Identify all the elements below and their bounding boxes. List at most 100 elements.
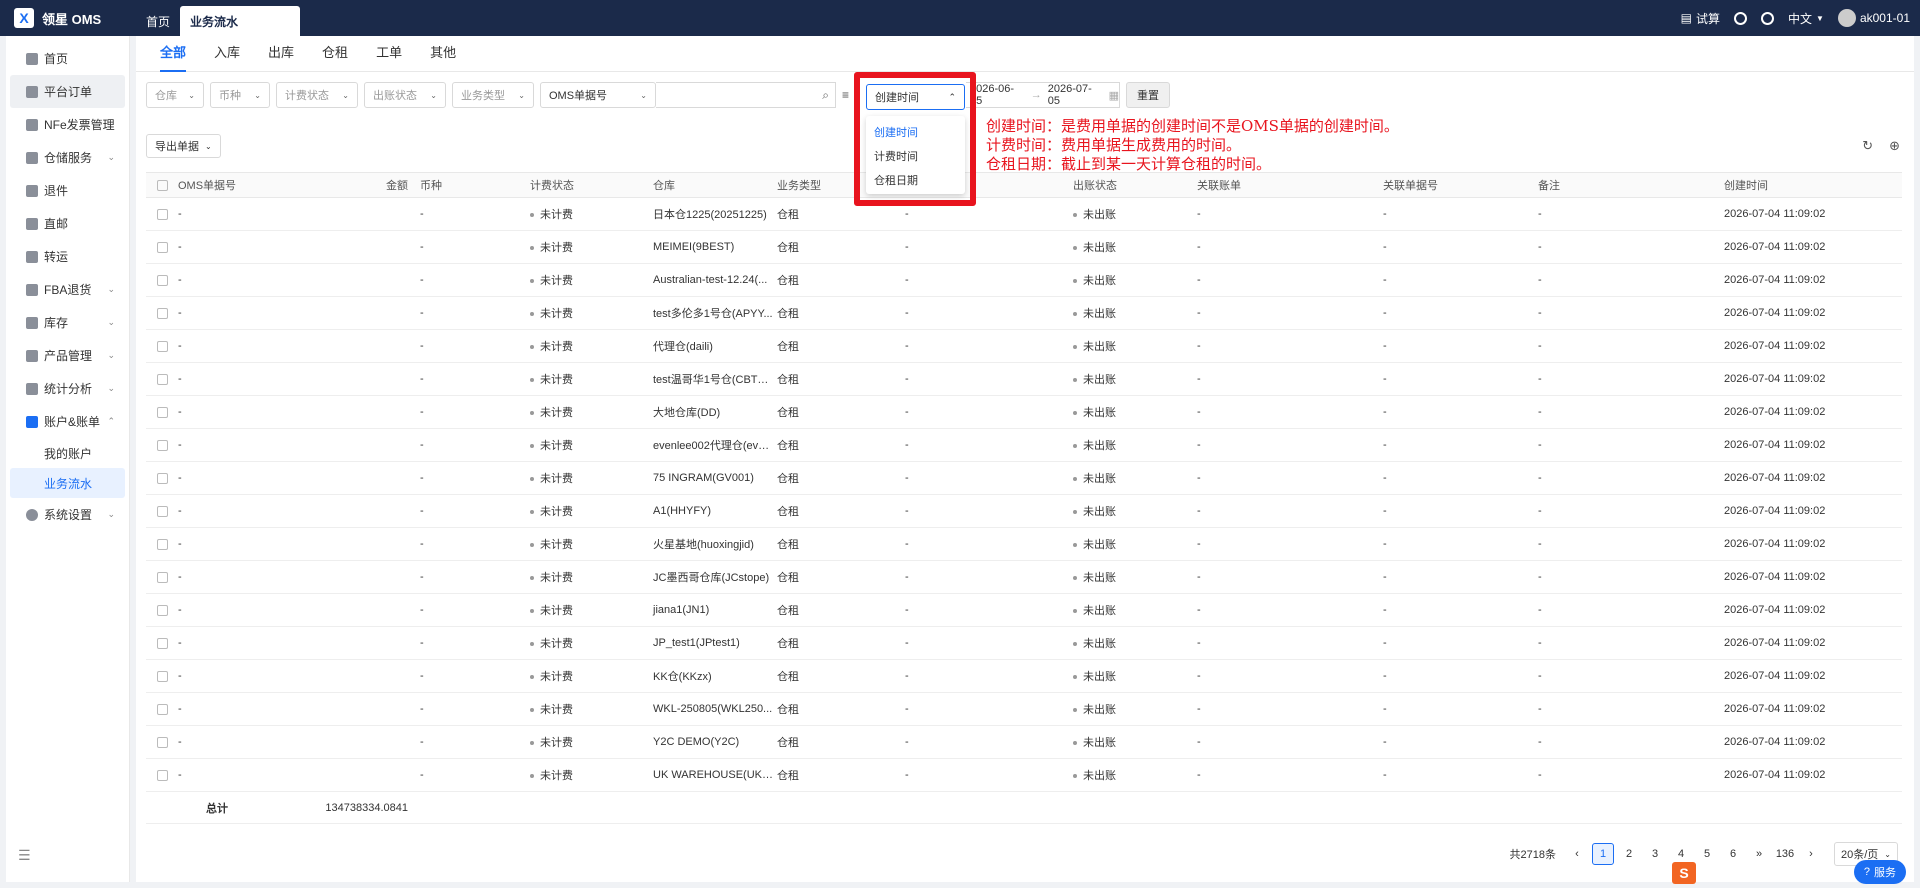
date-type-option-created[interactable]: 创建时间 bbox=[866, 120, 965, 144]
col-related-ref[interactable]: 关联单据号 bbox=[1379, 177, 1534, 193]
page-1[interactable]: 1 bbox=[1592, 843, 1614, 865]
row-checkbox[interactable] bbox=[146, 571, 174, 583]
filter-list-icon[interactable]: ≡ bbox=[842, 88, 849, 102]
sidebar-item-my-account[interactable]: 我的账户 bbox=[10, 438, 125, 468]
row-checkbox[interactable] bbox=[146, 604, 174, 616]
arrow-right-icon: → bbox=[1030, 89, 1042, 101]
tab-all[interactable]: 全部 bbox=[146, 42, 200, 72]
collapse-sidebar-icon[interactable]: ☰ bbox=[18, 847, 31, 864]
chevron-down-icon: ⌄ bbox=[1884, 849, 1891, 859]
row-checkbox[interactable] bbox=[146, 703, 174, 715]
cell-hidden: - bbox=[905, 769, 909, 781]
date-type-option-rent-date[interactable]: 仓租日期 bbox=[866, 168, 965, 192]
col-fee-status[interactable]: 计费状态 bbox=[526, 177, 649, 193]
cell-biz-type: 仓租 bbox=[777, 275, 799, 287]
fee-status-select[interactable]: 计费状态 ⌄ bbox=[276, 82, 358, 108]
language-select[interactable]: 中文 ▼ bbox=[1788, 10, 1824, 27]
row-checkbox[interactable] bbox=[146, 406, 174, 418]
sidebar-item-returns[interactable]: 退件 bbox=[10, 174, 125, 207]
oms-no-type-select[interactable]: OMS单据号 ⌄ bbox=[540, 82, 656, 108]
row-checkbox[interactable] bbox=[146, 439, 174, 451]
table-row: - - 未计费 jiana1(JN1) 仓租 - 未出账 - - -2026-07-04 11:0… bbox=[146, 594, 1902, 627]
cell-bill-status: 未出账 bbox=[1069, 569, 1193, 585]
cell-currency: - bbox=[420, 472, 424, 484]
zoom-icon[interactable]: ⊕ bbox=[1889, 138, 1900, 154]
col-bill-status[interactable]: 出账状态 bbox=[1069, 177, 1193, 193]
refresh-icon[interactable]: ↻ bbox=[1862, 138, 1873, 154]
date-range-picker[interactable]: 2026-06-05 → 2026-07-05 ▦ bbox=[966, 82, 1120, 108]
trial-calc-button[interactable]: ▤ 试算 bbox=[1681, 10, 1720, 27]
sidebar-item-direct-mail[interactable]: 直邮 bbox=[10, 207, 125, 240]
status-dot-icon bbox=[1073, 312, 1077, 317]
top-tab-business-flow[interactable]: 业务流水 bbox=[180, 6, 301, 36]
sidebar-item-warehouse-service[interactable]: 仓储服务 ⌄ bbox=[10, 141, 125, 174]
bill-status-select[interactable]: 出账状态 ⌄ bbox=[364, 82, 446, 108]
select-all-checkbox[interactable] bbox=[146, 179, 174, 191]
tab-storage-rent[interactable]: 仓租 bbox=[308, 42, 362, 71]
brand[interactable]: X 领星 OMS bbox=[0, 0, 136, 36]
sidebar-item-business-flow[interactable]: 业务流水 bbox=[10, 468, 125, 498]
row-checkbox[interactable] bbox=[146, 538, 174, 550]
col-warehouse[interactable]: 仓库 bbox=[649, 177, 773, 193]
tab-work-order[interactable]: 工单 bbox=[362, 42, 416, 71]
cell-fee-status: 未计费 bbox=[526, 602, 649, 618]
sidebar-item-product-management[interactable]: 产品管理 ⌄ bbox=[10, 339, 125, 372]
top-tab-home[interactable]: 首页 bbox=[136, 6, 180, 36]
row-checkbox[interactable] bbox=[146, 637, 174, 649]
download-button[interactable] bbox=[1734, 11, 1748, 25]
biz-type-select[interactable]: 业务类型 ⌄ bbox=[452, 82, 534, 108]
jump-forward-icon[interactable]: » bbox=[1748, 843, 1770, 865]
prev-page-icon[interactable]: ‹ bbox=[1566, 843, 1588, 865]
currency-select[interactable]: 币种 ⌄ bbox=[210, 82, 270, 108]
row-checkbox[interactable] bbox=[146, 274, 174, 286]
row-checkbox[interactable] bbox=[146, 373, 174, 385]
row-checkbox[interactable] bbox=[146, 472, 174, 484]
sidebar-item-home[interactable]: 首页 bbox=[10, 42, 125, 75]
col-related-bill[interactable]: 关联账单 bbox=[1193, 177, 1379, 193]
row-checkbox[interactable] bbox=[146, 505, 174, 517]
sidebar-item-inventory[interactable]: 库存 ⌄ bbox=[10, 306, 125, 339]
col-amount[interactable]: 金额 bbox=[289, 177, 416, 193]
service-button[interactable]: ? 服务 bbox=[1853, 860, 1906, 884]
row-checkbox[interactable] bbox=[146, 208, 174, 220]
sidebar-item-statistics[interactable]: 统计分析 ⌄ bbox=[10, 372, 125, 405]
user-menu[interactable]: ak001-01 bbox=[1837, 9, 1910, 27]
col-note[interactable]: 备注 bbox=[1534, 177, 1720, 193]
oms-search-input[interactable]: ⌕ bbox=[656, 82, 836, 108]
row-checkbox[interactable] bbox=[146, 769, 174, 781]
sidebar-item-platform-orders[interactable]: 平台订单 bbox=[10, 75, 125, 108]
page-last[interactable]: 136 bbox=[1774, 843, 1796, 865]
page-2[interactable]: 2 bbox=[1618, 843, 1640, 865]
sidebar-item-nfe-invoice[interactable]: NFe发票管理 bbox=[10, 108, 125, 141]
export-button[interactable]: 导出单据 ⌄ bbox=[146, 134, 221, 158]
cell-biz-type: 仓租 bbox=[777, 242, 799, 254]
cell-oms-no: - bbox=[178, 637, 182, 649]
sidebar-item-system-settings[interactable]: 系统设置 ⌄ bbox=[10, 498, 125, 531]
page-6[interactable]: 6 bbox=[1722, 843, 1744, 865]
row-checkbox[interactable] bbox=[146, 307, 174, 319]
page-5[interactable]: 5 bbox=[1696, 843, 1718, 865]
col-currency[interactable]: 币种 bbox=[416, 177, 526, 193]
sidebar-item-transfer[interactable]: 转运 bbox=[10, 240, 125, 273]
sidebar-item-account-billing[interactable]: 账户&账单 ⌃ bbox=[10, 405, 125, 438]
row-checkbox[interactable] bbox=[146, 670, 174, 682]
reset-button[interactable]: 重置 bbox=[1126, 82, 1170, 108]
row-checkbox[interactable] bbox=[146, 241, 174, 253]
tab-other[interactable]: 其他 bbox=[416, 42, 470, 71]
row-checkbox[interactable] bbox=[146, 340, 174, 352]
warehouse-select[interactable]: 仓库 ⌄ bbox=[146, 82, 204, 108]
next-page-icon[interactable]: › bbox=[1800, 843, 1822, 865]
sidebar-item-fba-returns[interactable]: FBA退货 ⌄ bbox=[10, 273, 125, 306]
transfer-icon bbox=[26, 250, 38, 263]
settings-button[interactable] bbox=[1761, 11, 1775, 25]
row-checkbox[interactable] bbox=[146, 736, 174, 748]
cell-related-ref: - bbox=[1383, 373, 1387, 385]
date-type-option-billed[interactable]: 计费时间 bbox=[866, 144, 965, 168]
page-3[interactable]: 3 bbox=[1644, 843, 1666, 865]
tab-inbound[interactable]: 入库 bbox=[200, 42, 254, 71]
date-type-select[interactable]: 创建时间 ⌃ bbox=[866, 84, 965, 110]
tab-outbound[interactable]: 出库 bbox=[254, 42, 308, 71]
cell-bill-status: 未出账 bbox=[1069, 338, 1193, 354]
col-oms-no[interactable]: OMS单据号 bbox=[174, 177, 289, 193]
col-created-time[interactable]: 创建时间 bbox=[1720, 177, 1870, 193]
